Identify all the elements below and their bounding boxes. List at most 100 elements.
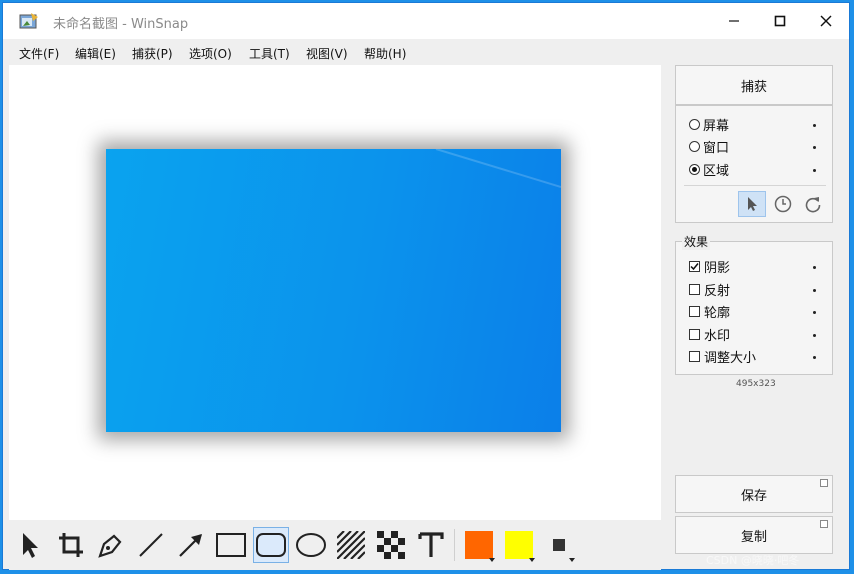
- radio-label: 窗口: [703, 141, 730, 156]
- menu-edit[interactable]: 编辑(E): [75, 45, 116, 62]
- image-size-label: 495x323: [736, 379, 776, 389]
- repeat-icon: [805, 197, 821, 213]
- desktop-light-ray: [435, 149, 561, 188]
- primary-color-picker[interactable]: [461, 527, 497, 563]
- pen-tool[interactable]: [93, 527, 129, 563]
- checkbox-label: 轮廓: [704, 306, 731, 321]
- dropdown-arrow-icon: [529, 558, 535, 562]
- checkbox-label: 反射: [704, 284, 731, 299]
- ellipse-tool[interactable]: [293, 527, 329, 563]
- pixelate-tool[interactable]: [373, 527, 409, 563]
- checkbox-label: 水印: [704, 329, 731, 344]
- timer-icon: [774, 195, 792, 213]
- rectangle-tool[interactable]: [213, 527, 249, 563]
- checkbox: [689, 351, 700, 362]
- checkbox: [689, 261, 700, 272]
- radio-button: [689, 141, 700, 152]
- dropdown-arrow-icon: [489, 558, 495, 562]
- menu-tools[interactable]: 工具(T): [249, 45, 290, 62]
- checkbox-resize[interactable]: 调整大小: [689, 347, 756, 366]
- maximize-icon: [774, 15, 786, 27]
- arrow-icon: [179, 534, 202, 557]
- close-icon: [820, 15, 832, 27]
- pointer-tool[interactable]: [13, 527, 49, 563]
- save-button[interactable]: 保存: [675, 475, 833, 513]
- arrow-tool[interactable]: [173, 527, 209, 563]
- toolbar-separator: [454, 529, 455, 561]
- divider: [684, 185, 826, 186]
- pointer-icon: [23, 533, 38, 558]
- cursor-icon: [748, 197, 757, 211]
- checkmark-icon: [690, 263, 699, 271]
- hatch-tool[interactable]: [333, 527, 369, 563]
- crop-icon: [59, 533, 83, 557]
- options-dot[interactable]: [813, 169, 816, 172]
- checkbox: [689, 306, 700, 317]
- checkbox-label: 调整大小: [704, 351, 757, 366]
- effects-title: 效果: [682, 233, 711, 250]
- rounded-rectangle-icon: [256, 533, 286, 557]
- radio-button: [689, 119, 700, 130]
- minimize-icon: [729, 20, 739, 22]
- secondary-color-picker[interactable]: [501, 527, 537, 563]
- radio-label: 区域: [703, 164, 730, 179]
- timer-button[interactable]: [772, 193, 794, 215]
- copy-options-indicator: [820, 520, 828, 528]
- save-options-indicator: [820, 479, 828, 487]
- checkbox-shadow[interactable]: 阴影: [689, 257, 730, 276]
- close-button[interactable]: [803, 3, 849, 39]
- crop-tool[interactable]: [53, 527, 89, 563]
- menu-view[interactable]: 视图(V): [306, 45, 348, 62]
- dropdown-arrow-icon: [569, 558, 575, 562]
- drawing-toolbar: [9, 520, 661, 570]
- radio-screen[interactable]: 屏幕: [689, 115, 729, 134]
- text-tool[interactable]: [413, 527, 449, 563]
- pen-icon: [98, 534, 122, 558]
- line-width-picker[interactable]: [541, 527, 577, 563]
- checkbox: [689, 284, 700, 295]
- window-title: 未命名截图 - WinSnap: [53, 17, 189, 32]
- winsnap-logo-icon: [19, 13, 38, 29]
- options-dot[interactable]: [813, 311, 816, 314]
- checkbox-watermark[interactable]: 水印: [689, 325, 730, 344]
- radio-label: 屏幕: [703, 119, 730, 134]
- options-dot[interactable]: [813, 124, 816, 127]
- save-label: 保存: [740, 488, 767, 504]
- checkbox-outline[interactable]: 轮廓: [689, 302, 730, 321]
- options-dot[interactable]: [813, 356, 816, 359]
- preview-canvas[interactable]: [9, 65, 661, 520]
- hatch-icon: [337, 531, 365, 559]
- options-dot[interactable]: [813, 266, 816, 269]
- options-dot[interactable]: [813, 146, 816, 149]
- options-dot[interactable]: [813, 289, 816, 292]
- radio-button: [689, 164, 700, 175]
- app-window: 未命名截图 - WinSnap 文件(F) 编辑(E) 捕获(P) 选项(O) …: [2, 2, 850, 570]
- checkbox: [689, 329, 700, 340]
- options-dot[interactable]: [813, 334, 816, 337]
- copy-label: 复制: [740, 529, 767, 545]
- checkbox-label: 阴影: [704, 261, 731, 276]
- captured-screenshot: [106, 149, 561, 432]
- repeat-button[interactable]: [802, 193, 824, 215]
- text-icon: [418, 532, 444, 557]
- checkbox-reflection[interactable]: 反射: [689, 280, 730, 299]
- radio-window[interactable]: 窗口: [689, 137, 729, 156]
- menu-options[interactable]: 选项(O): [189, 45, 232, 62]
- line-tool[interactable]: [133, 527, 169, 563]
- cursor-toggle[interactable]: [738, 191, 766, 217]
- rectangle-icon: [216, 533, 246, 557]
- minimize-button[interactable]: [711, 3, 757, 39]
- menu-file[interactable]: 文件(F): [19, 45, 59, 62]
- ellipse-icon: [296, 533, 326, 557]
- rounded-rectangle-tool[interactable]: [253, 527, 289, 563]
- radio-region[interactable]: 区域: [689, 160, 729, 179]
- menu-bar: 文件(F) 编辑(E) 捕获(P) 选项(O) 工具(T) 视图(V) 帮助(H…: [3, 39, 849, 65]
- primary-color-swatch: [465, 531, 493, 559]
- menu-capture[interactable]: 捕获(P): [132, 45, 173, 62]
- copy-button[interactable]: 复制: [675, 516, 833, 554]
- menu-help[interactable]: 帮助(H): [364, 45, 406, 62]
- secondary-color-swatch: [505, 531, 533, 559]
- title-bar[interactable]: 未命名截图 - WinSnap: [3, 3, 849, 39]
- capture-button[interactable]: 捕获: [675, 65, 833, 105]
- maximize-button[interactable]: [757, 3, 803, 39]
